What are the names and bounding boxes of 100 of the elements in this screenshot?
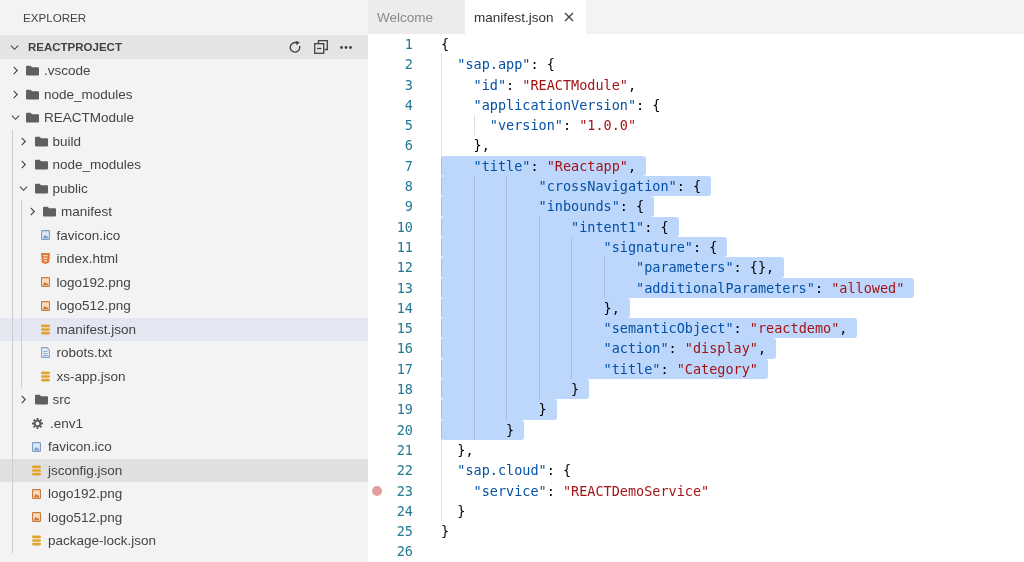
folder-icon [26, 65, 39, 77]
chevron-icon[interactable] [19, 136, 28, 146]
code-text: } [571, 380, 580, 400]
editor-tab[interactable]: manifest.json [465, 0, 586, 34]
code-text: }, [603, 298, 620, 318]
tree-item[interactable]: xs-app.json [0, 364, 368, 388]
tree-item[interactable]: index.html [0, 247, 368, 271]
gear-icon [32, 417, 43, 429]
more-icon[interactable] [340, 45, 352, 49]
tree-item[interactable]: node_modules [0, 153, 368, 177]
chevron-icon[interactable] [10, 66, 20, 76]
chevron-icon[interactable] [19, 395, 28, 405]
image-icon [32, 488, 41, 499]
code-text: "title": "Category" [603, 359, 758, 379]
line-number: 18 [395, 380, 413, 400]
database-icon [32, 535, 41, 547]
tree-item[interactable]: jsconfig.json [0, 458, 368, 482]
line-number: 12 [395, 258, 413, 278]
tree-item[interactable]: .env1 [0, 411, 368, 435]
shield-icon [40, 253, 50, 265]
line-number: 1 [403, 35, 413, 54]
line-number: 3 [403, 75, 413, 95]
folder-icon [34, 135, 48, 147]
line-number: 10 [395, 217, 413, 237]
chevron-icon[interactable] [19, 183, 28, 193]
folder-icon [34, 159, 48, 171]
chevron-icon[interactable] [10, 113, 20, 123]
code-text: } [457, 501, 466, 521]
code-text: }, [457, 440, 474, 460]
code-text: "title": "Reactapp", [473, 156, 637, 176]
code-text: "id": "REACTModule", [473, 75, 637, 95]
line-number: 16 [395, 339, 413, 359]
line-number: 9 [403, 197, 413, 217]
tree-item[interactable]: logo192.png [0, 482, 368, 506]
code-text: } [506, 420, 515, 440]
tree-item[interactable]: package-lock.json [0, 529, 368, 553]
tree-item[interactable]: public [0, 176, 368, 200]
tree-item[interactable]: manifest [0, 200, 368, 224]
database-icon [40, 323, 50, 335]
line-number: 7 [403, 156, 413, 176]
line-number: 22 [395, 461, 413, 481]
tree-item[interactable]: favicon.ico [0, 435, 368, 459]
chevron-icon[interactable] [27, 207, 37, 217]
refresh-icon[interactable] [289, 40, 302, 54]
line-number: 23 [395, 481, 413, 501]
code-text: { [441, 35, 450, 54]
chevron-icon[interactable] [10, 89, 20, 99]
chevron-icon[interactable] [10, 42, 19, 52]
tree-item[interactable]: manifest.json [0, 317, 368, 341]
code-text: "action": "display", [603, 339, 767, 359]
line-number: 14 [395, 298, 413, 318]
code-text: "sap.app": { [457, 55, 555, 75]
code-text: "parameters": {}, [636, 258, 775, 278]
code-text: "additionalParameters": "allowed" [636, 278, 905, 298]
tree-item[interactable]: robots.txt [0, 341, 368, 365]
tree-item[interactable]: REACTModule [0, 106, 368, 130]
image-icon [40, 230, 50, 241]
code-text: "service": "REACTDemoService" [473, 481, 710, 501]
line-number: 13 [395, 278, 413, 298]
close-icon[interactable] [563, 12, 574, 22]
line-number: 8 [403, 177, 413, 197]
folder-icon [43, 206, 56, 218]
tree-item[interactable]: logo512.png [0, 294, 368, 318]
code-text: } [441, 522, 450, 542]
code-text: "semanticObject": "reactdemo", [603, 319, 848, 339]
line-number: 11 [395, 237, 413, 257]
code-text: "signature": { [603, 237, 718, 257]
code-text: } [538, 400, 547, 420]
code-text: "sap.cloud": { [457, 461, 572, 481]
folder-icon [26, 112, 39, 124]
line-number: 19 [395, 400, 413, 420]
collapse-all-icon[interactable] [314, 40, 328, 54]
code-text: "applicationVersion": { [473, 95, 661, 115]
image-icon [32, 512, 41, 523]
tree-item[interactable]: logo512.png [0, 505, 368, 529]
tree-item[interactable]: src [0, 388, 368, 412]
section-header[interactable]: REACTPROJECT [0, 35, 368, 59]
code-text: }, [473, 136, 490, 156]
database-icon [32, 464, 41, 476]
folder-icon [26, 88, 39, 100]
sidebar-title: EXPLORER [23, 11, 87, 24]
code-text: "crossNavigation": { [538, 177, 702, 197]
line-number: 5 [403, 116, 413, 136]
line-number: 4 [403, 95, 413, 115]
document-icon [40, 347, 50, 359]
chevron-icon[interactable] [19, 160, 28, 170]
folder-icon [34, 394, 48, 406]
line-number: 2 [403, 55, 413, 75]
image-icon [32, 441, 41, 452]
tree-item[interactable]: logo192.png [0, 270, 368, 294]
tree-item[interactable]: build [0, 129, 368, 153]
tree-item[interactable]: node_modules [0, 82, 368, 106]
line-number: 17 [395, 359, 413, 379]
tree-item[interactable]: favicon.ico [0, 223, 368, 247]
line-number: 15 [395, 319, 413, 339]
line-number: 20 [395, 420, 413, 440]
tree-item[interactable]: .vscode [0, 59, 368, 83]
code-text: "inbounds": { [538, 197, 645, 217]
database-icon [40, 370, 50, 382]
image-icon [40, 300, 50, 311]
